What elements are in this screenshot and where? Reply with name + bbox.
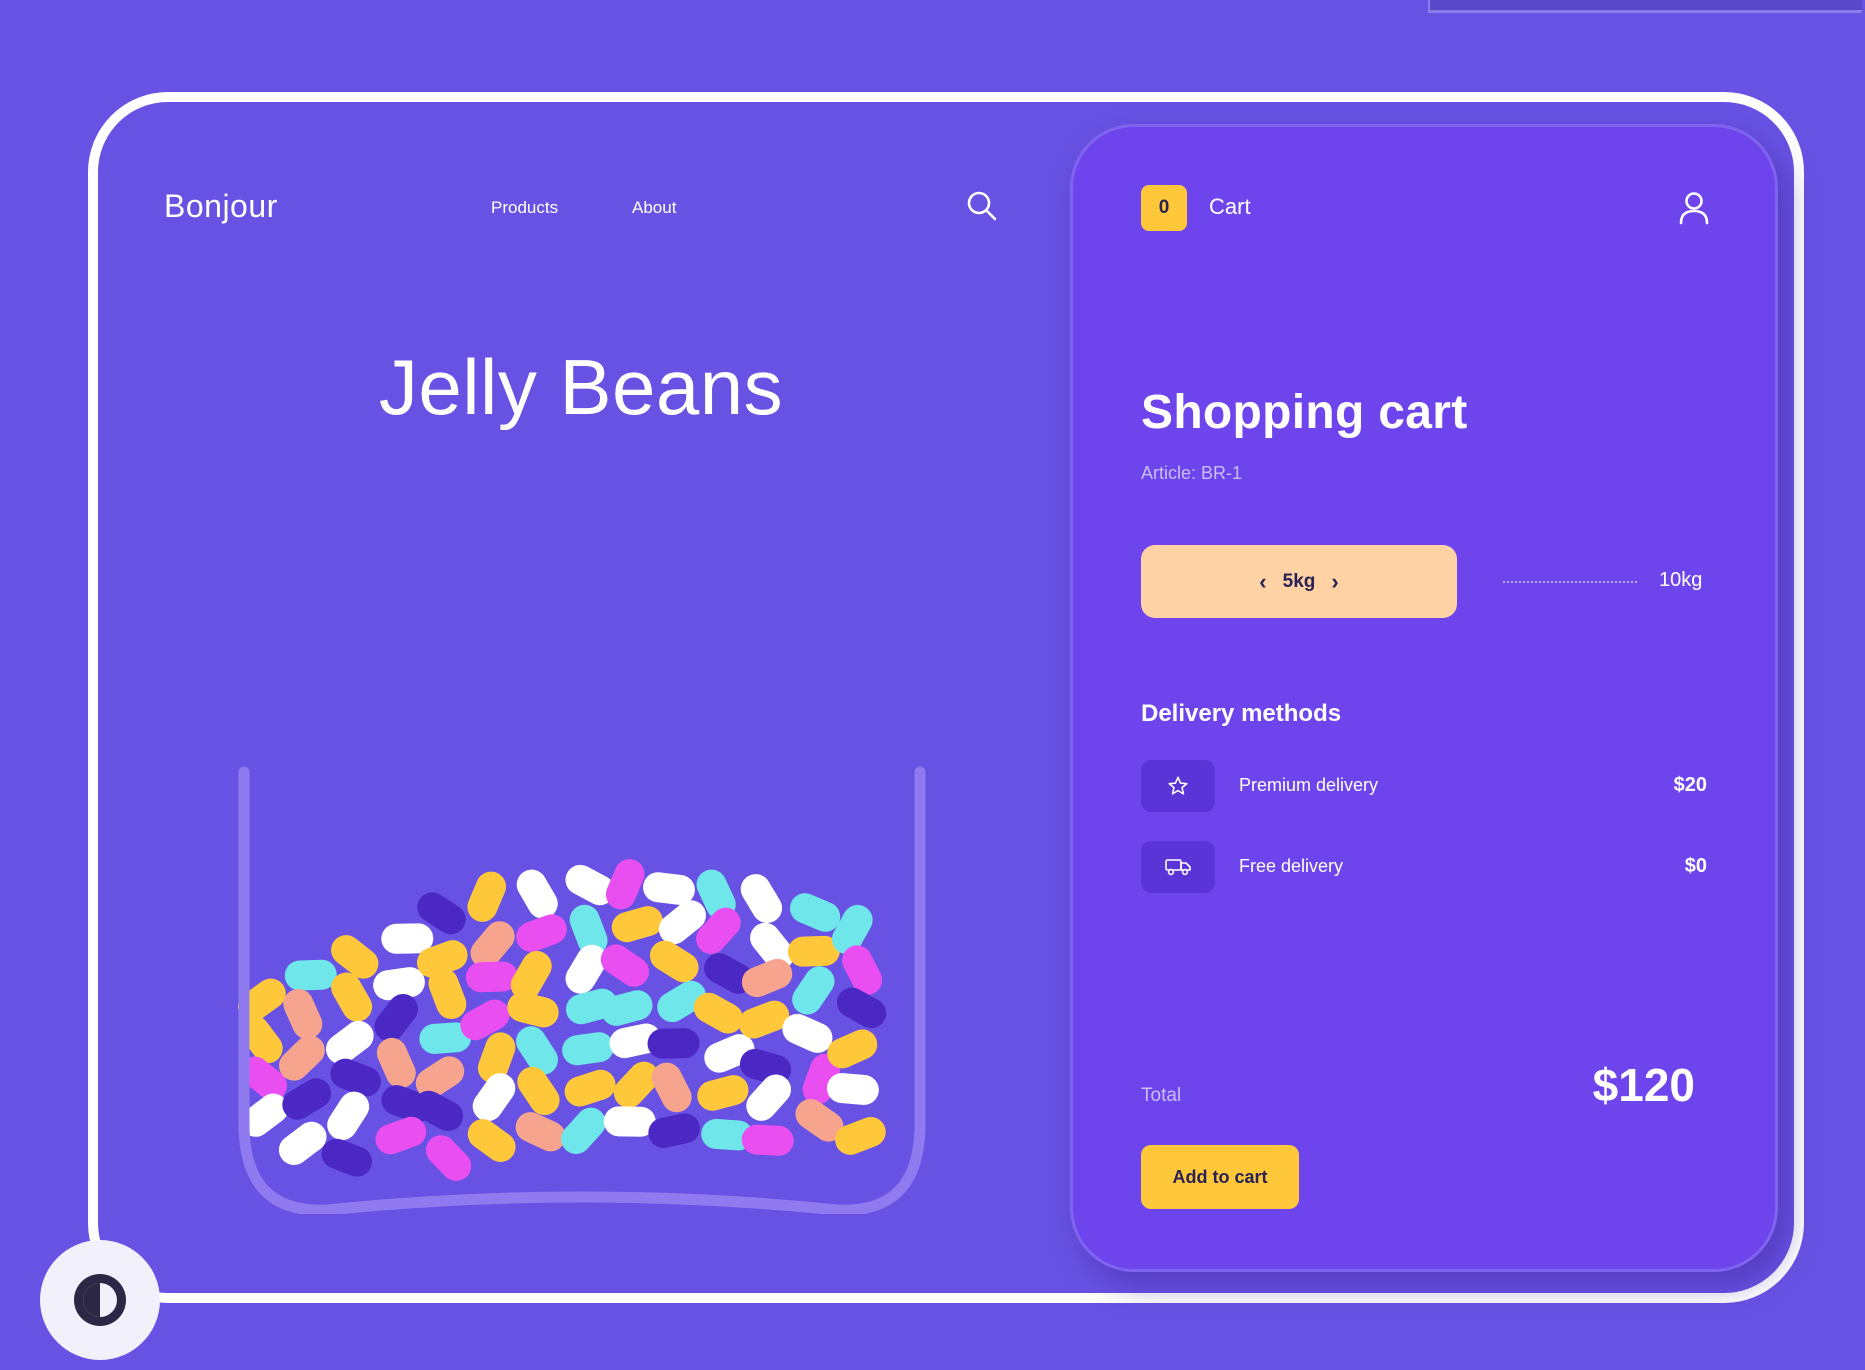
product-title: Jelly Beans bbox=[378, 343, 784, 432]
jelly-bean bbox=[611, 906, 663, 943]
jelly-bean bbox=[278, 1121, 327, 1166]
jelly-bean bbox=[562, 1032, 614, 1066]
jelly-beans bbox=[237, 859, 887, 1181]
jelly-bean bbox=[603, 1106, 656, 1137]
jelly-bean bbox=[467, 871, 506, 922]
delivery-name: Free delivery bbox=[1239, 856, 1344, 876]
jelly-bean bbox=[647, 1028, 700, 1059]
delivery-option-free[interactable]: Free delivery $0 bbox=[1141, 841, 1707, 893]
star-icon bbox=[1168, 776, 1188, 795]
jelly-bean bbox=[697, 1075, 749, 1111]
jelly-bean bbox=[284, 959, 337, 991]
delivery-name: Premium delivery bbox=[1239, 775, 1379, 795]
jelly-bean bbox=[283, 988, 323, 1040]
jelly-bean bbox=[321, 1138, 373, 1177]
chevron-right-icon[interactable]: › bbox=[1331, 570, 1338, 593]
truck-icon bbox=[1165, 859, 1191, 876]
jelly-bean bbox=[472, 1073, 516, 1122]
jelly-bean bbox=[517, 1066, 560, 1116]
jelly-bean bbox=[826, 1073, 879, 1105]
cart-count-badge[interactable]: 0 bbox=[1141, 185, 1187, 231]
jelly-bean bbox=[507, 992, 559, 1028]
jelly-bean-jar-illustration bbox=[237, 766, 926, 1214]
contrast-icon bbox=[74, 1274, 126, 1326]
chevron-left-icon[interactable]: ‹ bbox=[1259, 570, 1266, 593]
jelly-bean bbox=[740, 874, 783, 923]
search-icon[interactable] bbox=[966, 190, 998, 222]
nav-products-link[interactable]: Products bbox=[491, 198, 558, 218]
weight-selector[interactable]: ‹ 5kg › bbox=[1141, 545, 1457, 618]
max-weight-label[interactable]: 10kg bbox=[1659, 569, 1702, 592]
article-code: Article: BR-1 bbox=[1141, 463, 1243, 483]
jelly-bean bbox=[741, 1124, 794, 1156]
selected-weight: 5kg bbox=[1282, 570, 1316, 592]
total-price: $120 bbox=[1592, 1059, 1695, 1111]
jelly-bean bbox=[467, 1119, 516, 1162]
delivery-option-premium[interactable]: Premium delivery $20 bbox=[1141, 760, 1707, 812]
cart-title: Shopping cart bbox=[1141, 386, 1468, 439]
weight-track bbox=[1503, 581, 1637, 583]
cart-label[interactable]: Cart bbox=[1209, 194, 1251, 220]
nav-about-link[interactable]: About bbox=[632, 198, 676, 218]
jelly-bean bbox=[374, 994, 418, 1042]
user-icon[interactable] bbox=[1678, 191, 1710, 225]
delivery-price: $20 bbox=[1673, 774, 1707, 796]
brand-logo[interactable]: Bonjour bbox=[164, 188, 278, 225]
add-to-cart-button[interactable]: Add to cart bbox=[1141, 1145, 1299, 1209]
top-window-edge bbox=[1428, 0, 1862, 13]
jelly-bean bbox=[564, 1069, 616, 1107]
jelly-bean bbox=[465, 961, 518, 993]
jelly-bean bbox=[792, 966, 835, 1015]
theme-toggle-button[interactable] bbox=[40, 1240, 160, 1360]
total-label: Total bbox=[1141, 1085, 1182, 1106]
delivery-methods-heading: Delivery methods bbox=[1141, 700, 1342, 727]
delivery-price: $0 bbox=[1684, 855, 1707, 877]
delivery-icon-box bbox=[1141, 841, 1215, 893]
delivery-icon-box bbox=[1141, 760, 1215, 812]
